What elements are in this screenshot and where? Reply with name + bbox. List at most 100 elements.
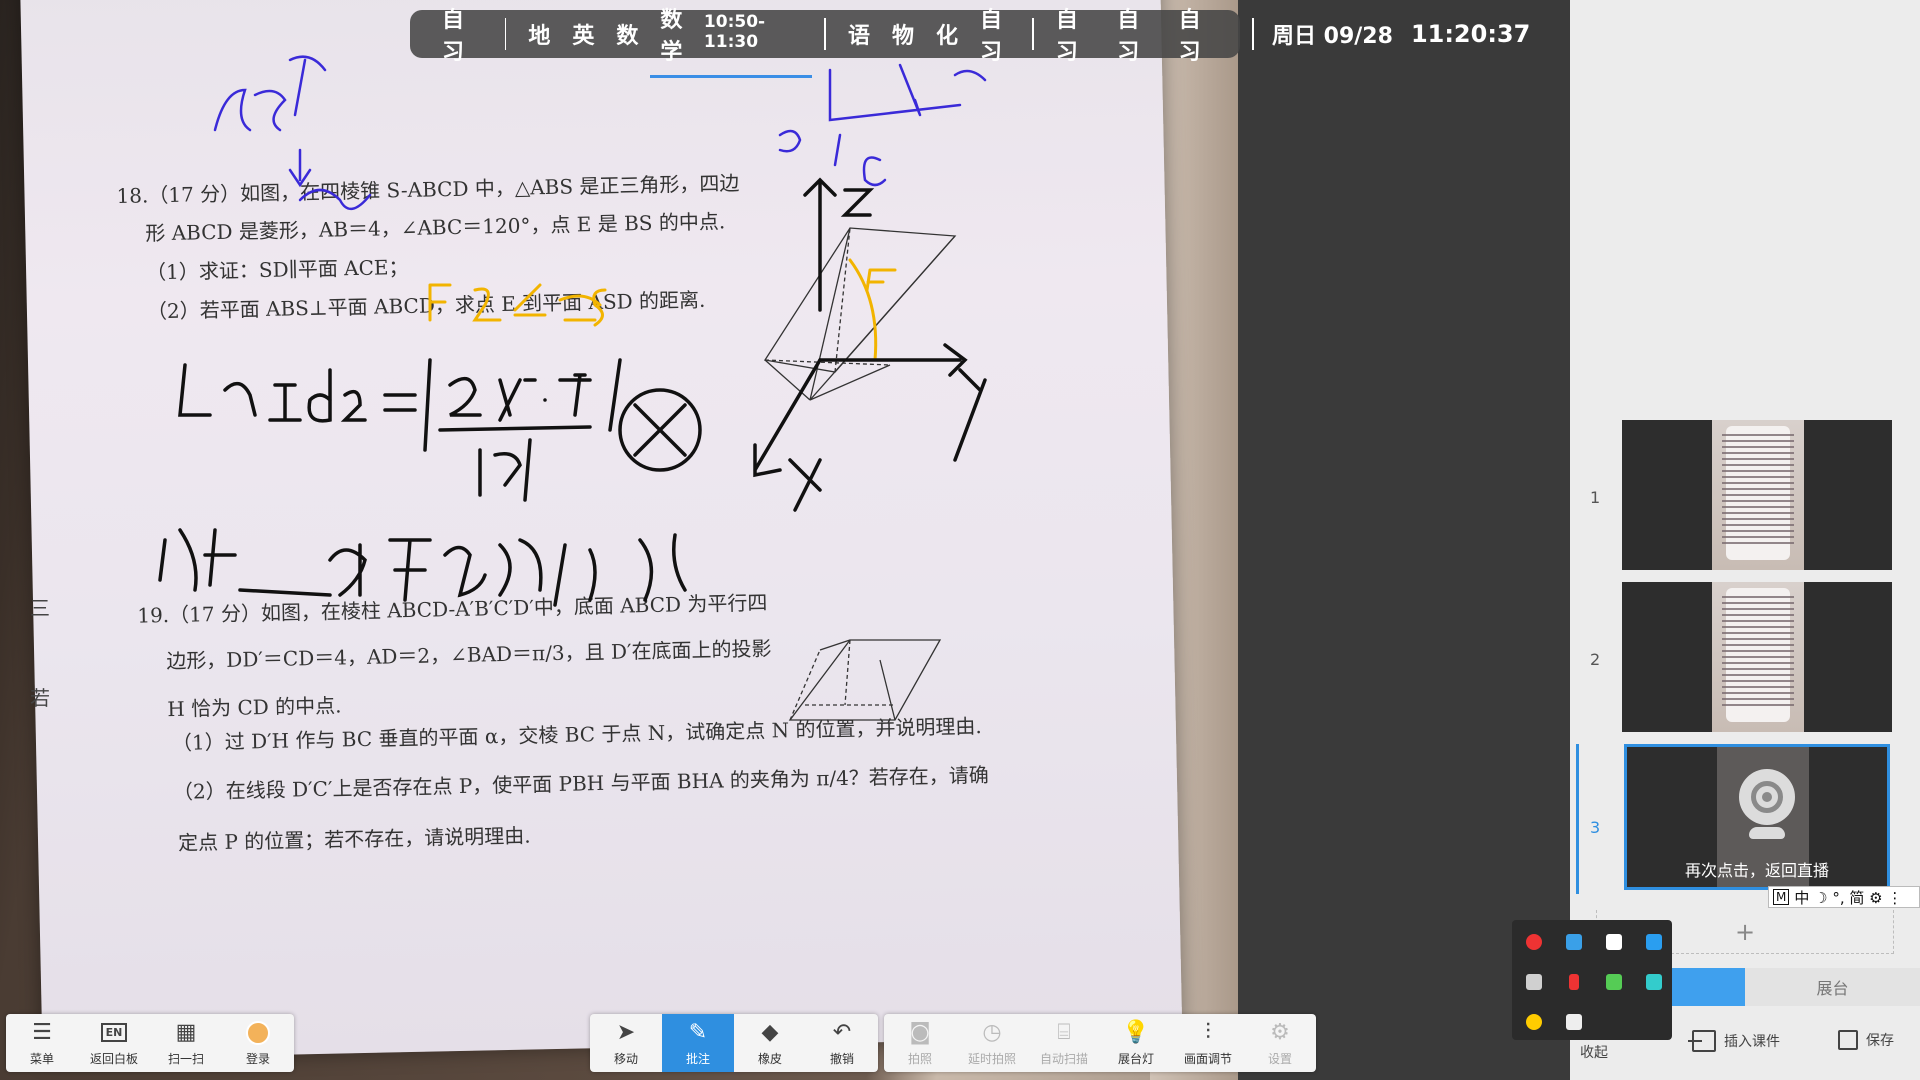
login-button[interactable]: 登录 [222, 1014, 294, 1072]
page-thumb-1[interactable]: 1 [1570, 420, 1920, 570]
current-subject: 数学 [660, 8, 683, 65]
schedule-item: 自习 [1055, 8, 1078, 65]
left-toolbar: ☰ 菜单 EN 返回白板 ▦ 扫一扫 登录 [6, 1014, 294, 1072]
tool-label: 批注 [685, 1051, 710, 1066]
annotation-toolbar: ➤ 移动 ✎ 批注 ◆ 橡皮 ↶ 撤销 [590, 1014, 878, 1072]
ime-status[interactable]: 中 ☽ °, 简 ⚙ ⋮ [1794, 887, 1902, 908]
tool-label: 登录 [245, 1051, 270, 1066]
schedule-item: 物 [892, 24, 915, 49]
p19-line3: H 恰为 CD 的中点. [167, 693, 342, 722]
schedule-item: 地 [528, 24, 551, 49]
schedule-item: 自习 [1117, 8, 1140, 65]
p19-line2: 边形，DD′＝CD＝4，AD＝2，∠BAD＝π/3，且 D′在底面上的投影 [166, 636, 772, 674]
p19-line5: （2）在线段 D′C′上是否存在点 P，使平面 PBH 与平面 BHA 的夹角为… [172, 762, 990, 804]
tray-app-icon[interactable] [1514, 1002, 1554, 1042]
active-indicator [1576, 744, 1579, 894]
camera-toolbar: ◙ 拍照 ◷ 延时拍照 ⌸ 自动扫描 💡 展台灯 ⫶ 画面调节 ⚙ 设置 [884, 1014, 1316, 1072]
annotate-tool-button[interactable]: ✎ 批注 [662, 1014, 734, 1072]
eraser-tool-button[interactable]: ◆ 橡皮 [734, 1014, 806, 1072]
class-schedule-bar: 自习 地 英 数 数学 10:50-11:30 语 物 化 自习 自习 自习 自… [410, 8, 1240, 78]
undo-button[interactable]: ↶ 撤销 [806, 1014, 878, 1072]
menu-button[interactable]: ☰ 菜单 [6, 1014, 78, 1072]
clock-date: 周日 09/28 [1272, 24, 1393, 49]
tab-booth[interactable]: 展台 [1745, 968, 1920, 1006]
system-tray-popup [1512, 920, 1672, 1040]
bulb-icon: 💡 [1122, 1020, 1150, 1045]
tool-label: 展台灯 [1117, 1051, 1154, 1066]
eraser-icon: ◆ [761, 1020, 779, 1045]
booth-light-button[interactable]: 💡 展台灯 [1100, 1014, 1172, 1072]
schedule-item: 数 [616, 24, 639, 49]
scan-qr-button[interactable]: ▦ 扫一扫 [150, 1014, 222, 1072]
p19-line6: 定点 P 的位置；若不存在，请说明理由. [177, 823, 531, 855]
divider [1252, 18, 1254, 50]
webcam-icon [1735, 769, 1799, 843]
tray-app-icon[interactable] [1594, 962, 1634, 1002]
settings-button[interactable]: ⚙ 设置 [1244, 1014, 1316, 1072]
camera-right-area [1238, 0, 1570, 1080]
schedule-item: 自习 [442, 8, 465, 65]
tool-label: 设置 [1267, 1051, 1292, 1066]
save-button[interactable]: 保存 [1838, 1030, 1894, 1050]
tool-label: 返回白板 [89, 1051, 138, 1066]
tool-label: 自动扫描 [1039, 1051, 1088, 1066]
page-thumb-3-live[interactable]: 3 再次点击，返回直播 [1570, 744, 1920, 900]
page-number: 3 [1590, 818, 1601, 837]
current-period: 数学 10:50-11:30 [650, 2, 812, 78]
whiteboard-icon: EN [100, 1020, 128, 1046]
tray-app-icon[interactable] [1594, 922, 1634, 962]
move-tool-button[interactable]: ➤ 移动 [590, 1014, 662, 1072]
undo-icon: ↶ [832, 1020, 852, 1045]
schedule-item: 英 [572, 24, 595, 49]
tool-label: 橡皮 [757, 1051, 782, 1066]
insert-icon [1688, 1030, 1716, 1052]
scan-icon: ⌸ [1057, 1020, 1071, 1045]
cursor-icon: ➤ [616, 1020, 636, 1045]
page-thumb-2[interactable]: 2 [1570, 582, 1920, 732]
tool-label: 延时拍照 [967, 1051, 1016, 1066]
page-thumbnail[interactable] [1622, 582, 1892, 732]
page-thumbnail[interactable] [1622, 420, 1892, 570]
thumb-document [1712, 420, 1804, 570]
thumb-document [1712, 582, 1804, 732]
p19-line1: 19.（17 分）如图，在棱柱 ABCD-A′B′C′D′中，底面 ABCD 为… [137, 590, 768, 628]
p18-line4: （2）若平面 ABS⊥平面 ABCD，求点 E 到平面 ASD 的距离. [146, 287, 706, 324]
exam-paper: 18.（17 分）如图，在四棱锥 S-ABCD 中，△ABS 是正三角形，四边 … [20, 0, 1183, 1060]
tray-app-icon[interactable] [1634, 922, 1674, 962]
tool-label: 画面调节 [1183, 1051, 1232, 1066]
tray-app-icon[interactable] [1554, 922, 1594, 962]
return-whiteboard-button[interactable]: EN 返回白板 [78, 1014, 150, 1072]
tray-app-icon[interactable] [1554, 1002, 1594, 1042]
insert-label: 插入课件 [1724, 1034, 1780, 1050]
clock-time: 11:20:37 [1410, 20, 1531, 48]
tray-app-icon[interactable] [1514, 962, 1554, 1002]
collapse-button[interactable]: 收起 [1580, 1042, 1608, 1062]
tool-label: 移动 [613, 1051, 638, 1066]
delayed-photo-button[interactable]: ◷ 延时拍照 [956, 1014, 1028, 1072]
avatar-icon [244, 1020, 272, 1046]
tray-app-icon[interactable] [1634, 962, 1674, 1002]
schedule-item: 自习 [980, 8, 1003, 65]
clock: 周日 09/28 11:20:37 [1252, 18, 1530, 50]
timer-icon: ◷ [982, 1020, 1002, 1045]
auto-scan-button[interactable]: ⌸ 自动扫描 [1028, 1014, 1100, 1072]
page-thumbnail[interactable]: 再次点击，返回直播 [1624, 744, 1890, 890]
margin-char: 若 [30, 686, 50, 710]
insert-courseware-button[interactable]: 插入课件 [1688, 1030, 1780, 1052]
ime-toolbar[interactable]: M 中 ☽ °, 简 ⚙ ⋮ [1768, 886, 1920, 908]
schedule-item: 语 [847, 24, 870, 49]
photo-button[interactable]: ◙ 拍照 [884, 1014, 956, 1072]
tray-app-icon[interactable] [1514, 922, 1554, 962]
tool-label: 撤销 [829, 1051, 854, 1066]
schedule-item: 自习 [1178, 8, 1201, 65]
return-live-text: 再次点击，返回直播 [1684, 861, 1829, 880]
image-adjust-button[interactable]: ⫶ 画面调节 [1172, 1014, 1244, 1072]
p19-line4: （1）过 D′H 作与 BC 垂直的平面 α，交棱 BC 于点 N，试确定点 N… [171, 714, 983, 755]
volume-icon[interactable] [1554, 962, 1594, 1002]
p18-line2: 形 ABCD 是菱形，AB＝4，∠ABC＝120°，点 E 是 BS 的中点. [145, 209, 726, 246]
tool-label: 拍照 [907, 1051, 932, 1066]
qr-icon: ▦ [175, 1020, 197, 1045]
ime-logo: M [1773, 889, 1790, 905]
schedule-item: 化 [936, 24, 959, 49]
page-number: 1 [1590, 488, 1601, 507]
